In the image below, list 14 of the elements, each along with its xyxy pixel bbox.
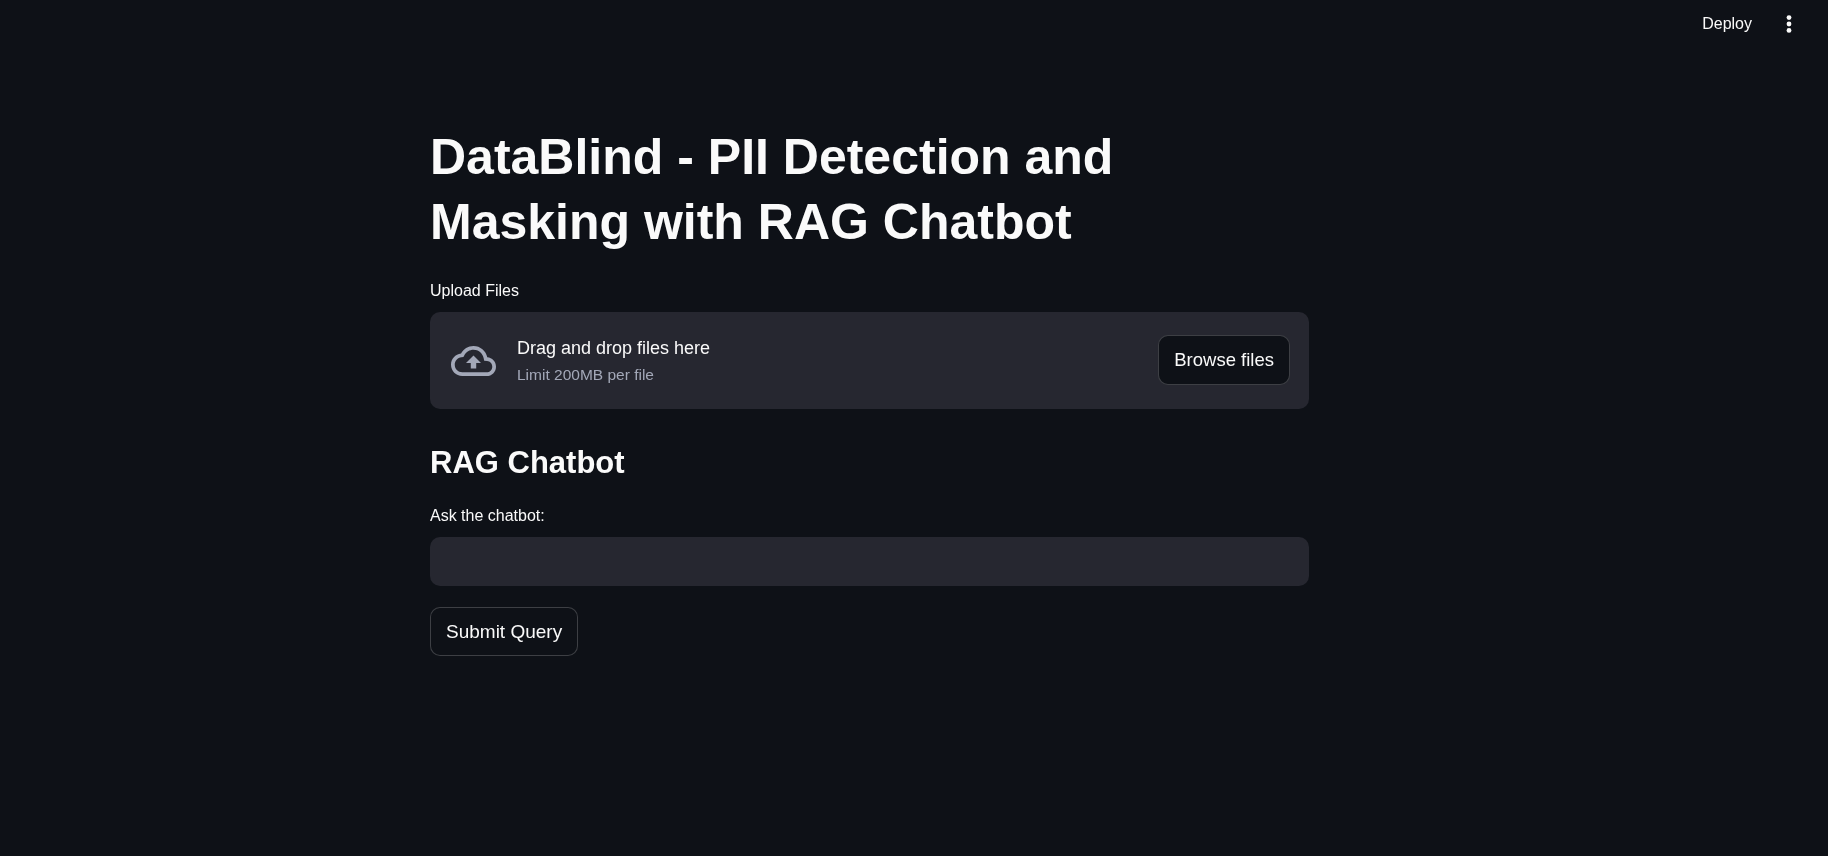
more-vertical-icon xyxy=(1786,15,1792,33)
submit-query-button[interactable]: Submit Query xyxy=(430,607,579,656)
browse-files-button[interactable]: Browse files xyxy=(1158,334,1290,385)
cloud-upload-icon xyxy=(451,345,496,376)
query-input[interactable] xyxy=(430,537,1309,586)
query-label: Ask the chatbot: xyxy=(430,506,545,526)
file-dropzone[interactable]: Drag and drop files here Limit 200MB per file Browse files xyxy=(430,312,1309,409)
page-title: DataBlind - PII Detection and Masking with RAG Chatbot xyxy=(430,128,1115,252)
section-heading: RAG Chatbot xyxy=(430,444,625,482)
dropzone-instructions: Drag and drop files here xyxy=(517,337,711,360)
deploy-button[interactable]: Deploy xyxy=(1694,10,1760,38)
menu-button[interactable] xyxy=(1786,15,1792,33)
file-size-limit: Limit 200MB per file xyxy=(517,365,654,385)
upload-label: Upload Files xyxy=(430,281,519,301)
